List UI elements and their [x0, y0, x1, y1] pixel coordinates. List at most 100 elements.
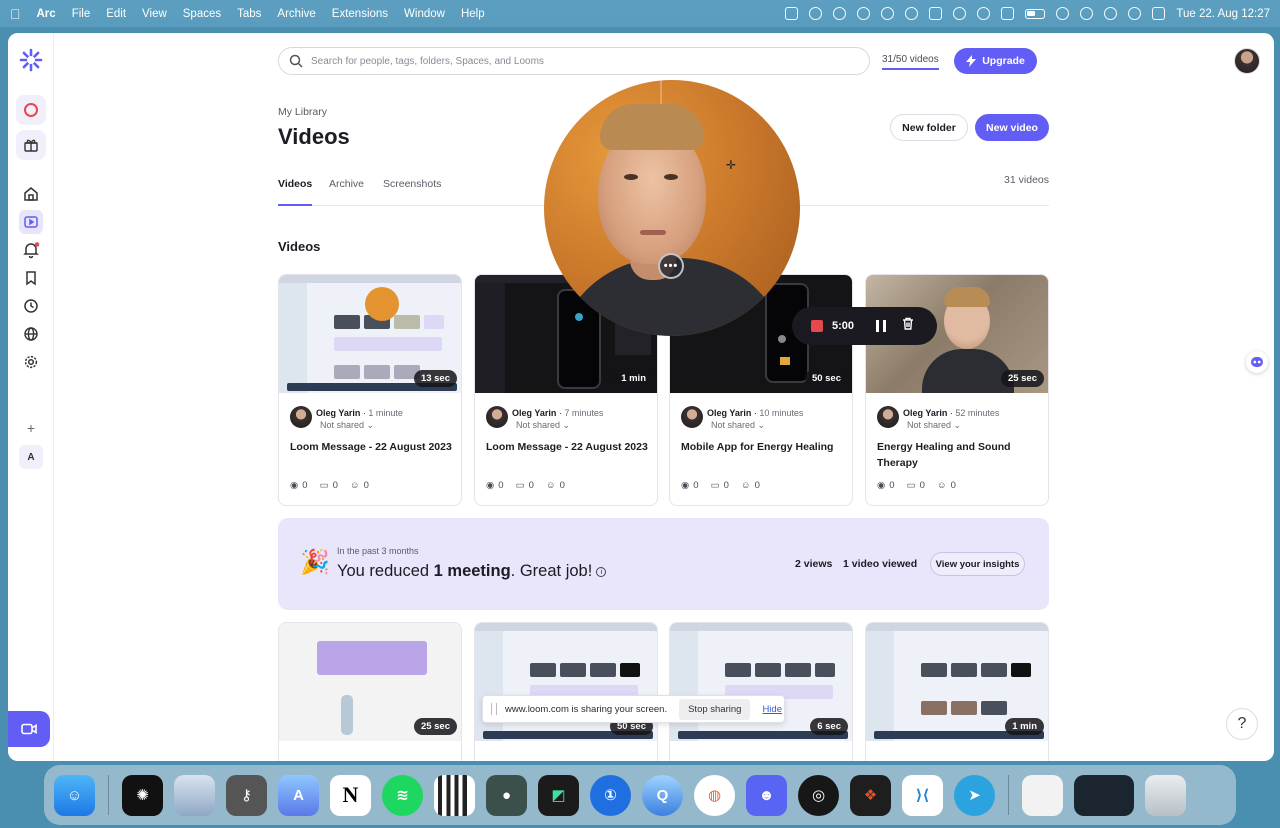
- menu-view[interactable]: View: [142, 8, 167, 20]
- pause-button[interactable]: [876, 320, 887, 332]
- video-thumbnail[interactable]: 13 sec: [279, 275, 461, 393]
- preview-icon[interactable]: [174, 774, 215, 816]
- info-icon[interactable]: i: [596, 566, 607, 577]
- library-icon[interactable]: [19, 210, 43, 234]
- status-app-icon[interactable]: [929, 7, 943, 20]
- video-quota[interactable]: 31/50 videos: [882, 54, 939, 70]
- finder-icon[interactable]: ☺: [54, 774, 95, 816]
- stop-sharing-button[interactable]: Stop sharing: [679, 698, 751, 720]
- apple-icon[interactable]: : [10, 6, 21, 22]
- vscode-icon[interactable]: ⟩⟨: [902, 774, 943, 816]
- video-thumbnail[interactable]: 25 sec: [279, 623, 461, 741]
- share-status-dropdown[interactable]: Not shared ⌄: [516, 420, 570, 431]
- video-title[interactable]: Mobile App for Energy Healing: [681, 439, 845, 455]
- video-thumbnail[interactable]: 1 min: [866, 623, 1048, 741]
- status-app-icon[interactable]: [953, 7, 967, 20]
- video-thumbnail[interactable]: 6 sec: [670, 623, 852, 741]
- start-recording-button[interactable]: [8, 711, 50, 747]
- share-status-dropdown[interactable]: Not shared ⌄: [320, 420, 374, 431]
- community-app-icon[interactable]: ●: [486, 774, 527, 816]
- notifications-bell-icon[interactable]: [19, 238, 43, 262]
- tab-screenshots[interactable]: Screenshots: [383, 178, 441, 206]
- menu-spaces[interactable]: Spaces: [183, 8, 221, 20]
- menu-extensions[interactable]: Extensions: [332, 8, 388, 20]
- tab-videos[interactable]: Videos: [278, 178, 313, 206]
- keychain-icon[interactable]: ⚷: [226, 774, 267, 816]
- trash-icon[interactable]: [1145, 774, 1186, 816]
- status-app-icon[interactable]: [1001, 7, 1015, 20]
- video-card[interactable]: 13 sec Oleg Yarin · 1 minute Not shared …: [278, 274, 462, 506]
- workspace-avatar[interactable]: [16, 95, 46, 125]
- breadcrumb[interactable]: My Library: [278, 106, 327, 118]
- gift-icon[interactable]: [16, 130, 46, 160]
- share-status-dropdown[interactable]: Not shared ⌄: [711, 420, 765, 431]
- quicktime-icon[interactable]: Q: [642, 774, 683, 816]
- camera-options-button[interactable]: •••: [658, 253, 684, 279]
- video-card[interactable]: 25 sec: [278, 622, 462, 761]
- video-card[interactable]: 1 min: [865, 622, 1049, 761]
- video-title[interactable]: Loom Message - 22 August 2023: [486, 439, 650, 455]
- camera-bubble[interactable]: [544, 80, 800, 336]
- loom-logo-icon[interactable]: [19, 48, 43, 72]
- status-app-icon[interactable]: [881, 7, 895, 20]
- settings-gear-icon[interactable]: [19, 350, 43, 374]
- bluetooth-icon[interactable]: [1056, 7, 1070, 20]
- play-icon[interactable]: [1080, 7, 1094, 20]
- home-icon[interactable]: [19, 182, 43, 206]
- notion-icon[interactable]: N: [330, 774, 371, 816]
- stop-recording-button[interactable]: [811, 320, 823, 332]
- vpn-app-icon[interactable]: ◍: [694, 774, 735, 816]
- piano-app-icon[interactable]: [434, 774, 475, 816]
- status-app-icon[interactable]: [905, 7, 919, 20]
- telegram-icon[interactable]: ➤: [954, 774, 995, 816]
- delete-recording-icon[interactable]: [902, 317, 914, 335]
- control-center-icon[interactable]: [1152, 7, 1166, 20]
- design-app-icon[interactable]: A: [278, 774, 319, 816]
- new-folder-button[interactable]: New folder: [890, 114, 968, 141]
- menu-tabs[interactable]: Tabs: [237, 8, 261, 20]
- add-space-button[interactable]: +: [19, 416, 43, 440]
- search-bar[interactable]: [278, 47, 870, 75]
- search-input[interactable]: [311, 55, 851, 67]
- wifi-icon[interactable]: [1104, 7, 1118, 20]
- help-button[interactable]: ?: [1226, 708, 1258, 740]
- status-app-icon[interactable]: [857, 7, 871, 20]
- assistant-bot-icon[interactable]: [1246, 351, 1268, 373]
- discord-icon[interactable]: ☻: [746, 774, 787, 816]
- upgrade-button[interactable]: Upgrade: [954, 48, 1037, 74]
- github-desktop-icon[interactable]: ◎: [798, 774, 839, 816]
- menu-file[interactable]: File: [72, 8, 91, 20]
- status-app-icon[interactable]: [809, 7, 823, 20]
- globe-icon[interactable]: [19, 322, 43, 346]
- drag-handle-icon[interactable]: [491, 703, 497, 715]
- 1password-icon[interactable]: ①: [590, 774, 631, 816]
- menu-app-name[interactable]: Arc: [37, 8, 56, 20]
- figma-icon[interactable]: ❖: [850, 774, 891, 816]
- menubar-clock[interactable]: Tue 22. Aug 12:27: [1176, 8, 1270, 20]
- video-card[interactable]: 50 sec: [474, 622, 658, 761]
- spotlight-search-icon[interactable]: [1128, 7, 1142, 20]
- video-title[interactable]: Loom Message - 22 August 2023: [290, 439, 454, 455]
- editor-app-icon[interactable]: ◩: [538, 774, 579, 816]
- menu-archive[interactable]: Archive: [277, 8, 315, 20]
- hide-sharing-bar-link[interactable]: Hide: [762, 704, 782, 715]
- menu-window[interactable]: Window: [404, 8, 445, 20]
- video-card[interactable]: 6 sec: [669, 622, 853, 761]
- minimized-window-icon[interactable]: [1074, 774, 1134, 816]
- history-clock-icon[interactable]: [19, 294, 43, 318]
- menu-edit[interactable]: Edit: [106, 8, 126, 20]
- status-app-icon[interactable]: [833, 7, 847, 20]
- share-status-dropdown[interactable]: Not shared ⌄: [907, 420, 961, 431]
- battery-icon[interactable]: [1025, 8, 1046, 19]
- menu-help[interactable]: Help: [461, 8, 485, 20]
- chatgpt-icon[interactable]: ✺: [122, 774, 163, 816]
- status-app-icon[interactable]: [785, 7, 799, 20]
- tab-archive[interactable]: Archive: [329, 178, 364, 206]
- new-video-button[interactable]: New video: [975, 114, 1049, 141]
- space-avatar[interactable]: A: [19, 445, 43, 469]
- headphones-icon[interactable]: [977, 7, 991, 20]
- video-title[interactable]: Energy Healing and Sound Therapy: [877, 439, 1041, 471]
- bookmark-icon[interactable]: [19, 266, 43, 290]
- view-insights-button[interactable]: View your insights: [930, 552, 1025, 576]
- video-thumbnail[interactable]: 50 sec: [475, 623, 657, 741]
